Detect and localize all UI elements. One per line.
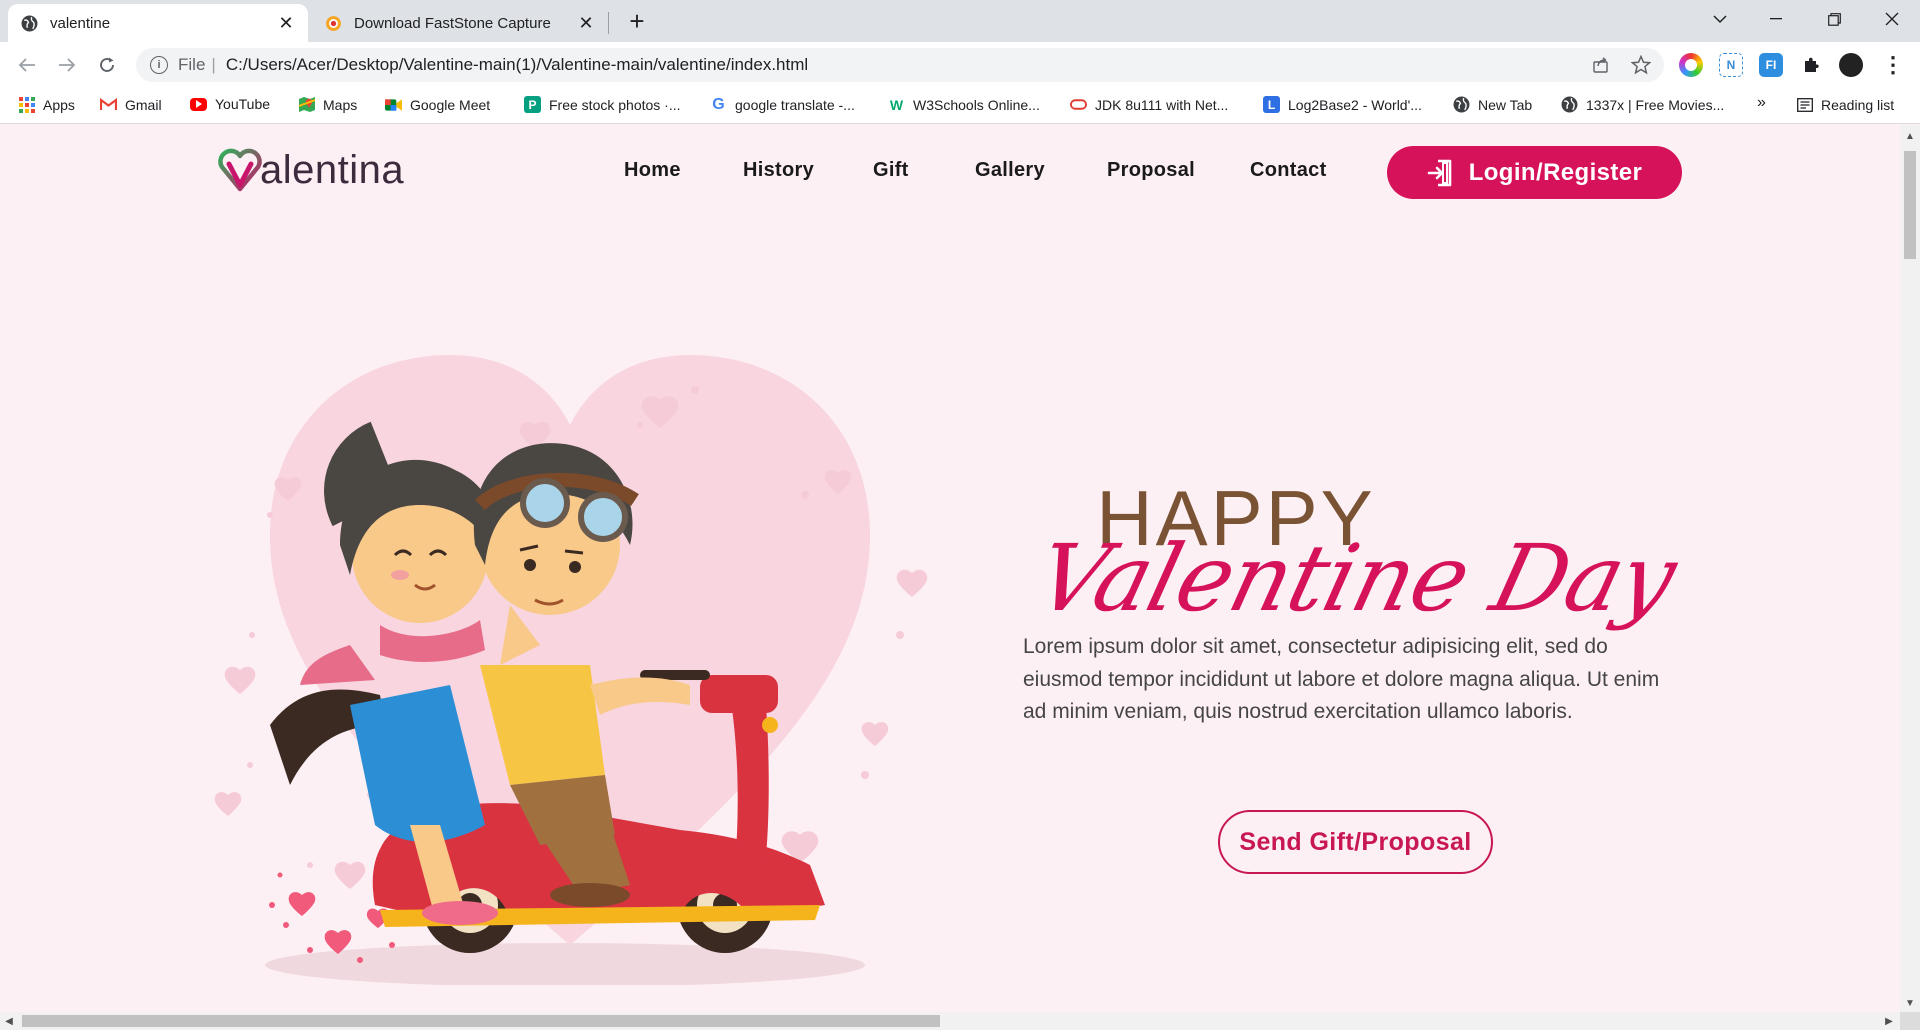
tab-title: valentine xyxy=(50,14,111,32)
globe-icon xyxy=(1453,96,1470,113)
bookmark-jdk[interactable]: JDK 8u111 with Net... xyxy=(1070,96,1228,113)
vertical-scroll-thumb[interactable] xyxy=(1904,151,1916,259)
couple-scooter-illustration xyxy=(214,355,928,985)
oracle-icon xyxy=(1070,96,1087,113)
gmail-icon xyxy=(100,96,117,113)
tab-valentine[interactable]: valentine ✕ xyxy=(8,4,308,42)
address-bar[interactable]: i File | C:/Users/Acer/Desktop/Valentine… xyxy=(136,48,1664,82)
profile-avatar[interactable] xyxy=(1839,53,1863,77)
apps-grid-icon xyxy=(18,96,35,113)
tab-search-icon[interactable] xyxy=(1692,0,1748,38)
restore-icon[interactable] xyxy=(1806,0,1862,38)
tab-faststone[interactable]: Download FastStone Capture ✕ xyxy=(312,4,608,42)
extensions-puzzle-icon[interactable] xyxy=(1798,52,1824,78)
scrollbar-corner xyxy=(1900,1012,1920,1030)
login-door-icon xyxy=(1427,159,1453,187)
nav-history[interactable]: History xyxy=(743,159,814,182)
bookmark-maps[interactable]: Maps xyxy=(298,96,357,113)
scroll-left-icon[interactable]: ◀ xyxy=(0,1012,18,1030)
hero-title: Valentine Day xyxy=(1026,525,1686,632)
site-info-icon[interactable]: i xyxy=(150,56,168,74)
nav-proposal[interactable]: Proposal xyxy=(1107,159,1195,182)
hero-description: Lorem ipsum dolor sit amet, consectetur … xyxy=(1023,635,1660,723)
globe-icon xyxy=(1561,96,1578,113)
nav-home[interactable]: Home xyxy=(624,159,681,182)
maps-icon xyxy=(298,96,315,113)
browser-tab-strip: valentine ✕ Download FastStone Capture ✕… xyxy=(0,0,1920,42)
n-extension-icon[interactable]: N xyxy=(1719,53,1743,77)
send-gift-proposal-button[interactable]: Send Gift/Proposal xyxy=(1218,810,1493,874)
menu-kebab-icon[interactable]: ⋮ xyxy=(1880,52,1906,78)
login-register-button[interactable]: Login/Register xyxy=(1387,146,1682,199)
minimize-icon[interactable] xyxy=(1748,0,1804,38)
nav-gift[interactable]: Gift xyxy=(873,159,909,182)
star-icon[interactable] xyxy=(1628,52,1654,78)
url-text: C:/Users/Acer/Desktop/Valentine-main(1)/… xyxy=(225,55,809,74)
site-logo[interactable]: alentina xyxy=(216,143,404,193)
reading-list-button[interactable]: Reading list xyxy=(1796,96,1894,113)
tab-divider xyxy=(608,12,609,34)
bookmark-google-meet[interactable]: Google Meet xyxy=(385,96,490,113)
bookmarks-overflow-button[interactable]: » xyxy=(1757,94,1766,112)
tab-title: Download FastStone Capture xyxy=(354,14,551,32)
bookmark-gmail[interactable]: Gmail xyxy=(100,96,162,113)
horizontal-scroll-thumb[interactable] xyxy=(22,1015,940,1027)
bookmark-log2base2[interactable]: L Log2Base2 - World'... xyxy=(1263,96,1422,113)
nav-contact[interactable]: Contact xyxy=(1250,159,1327,182)
close-icon[interactable]: ✕ xyxy=(576,13,596,34)
faststone-icon xyxy=(324,14,342,32)
bookmark-new-tab[interactable]: New Tab xyxy=(1453,96,1532,113)
url-scheme: File xyxy=(178,55,206,74)
bookmark-google-translate[interactable]: G google translate -... xyxy=(710,96,855,113)
logo-text: alentina xyxy=(260,148,405,192)
meet-icon xyxy=(385,96,402,113)
back-icon[interactable] xyxy=(12,50,42,80)
bookmark-1337x[interactable]: 1337x | Free Movies... xyxy=(1561,96,1724,113)
close-icon[interactable]: ✕ xyxy=(276,13,296,34)
colorpick-extension-icon[interactable] xyxy=(1679,53,1703,77)
vertical-scrollbar[interactable]: ▲ ▼ xyxy=(1900,125,1920,1012)
w3schools-icon: W xyxy=(889,96,904,113)
heart-v-logo-icon xyxy=(218,148,262,192)
scroll-right-icon[interactable]: ▶ xyxy=(1880,1012,1898,1030)
reload-icon[interactable] xyxy=(92,50,122,80)
bookmark-w3schools[interactable]: W W3Schools Online... xyxy=(888,96,1040,113)
google-icon: G xyxy=(712,95,725,113)
log2base2-icon: L xyxy=(1263,96,1280,113)
youtube-icon xyxy=(190,97,207,111)
page-viewport: alentina Home History Gift Gallery Propo… xyxy=(0,125,1900,1012)
bookmark-youtube[interactable]: YouTube xyxy=(190,96,270,112)
bookmark-apps[interactable]: Apps xyxy=(18,96,75,113)
fi-extension-icon[interactable]: FI xyxy=(1759,53,1783,77)
horizontal-scrollbar[interactable]: ◀ ▶ xyxy=(0,1012,1900,1030)
bookmark-pexels[interactable]: P Free stock photos ·... xyxy=(524,96,681,113)
scroll-up-icon[interactable]: ▲ xyxy=(1900,127,1920,145)
globe-icon xyxy=(20,14,38,32)
scroll-down-icon[interactable]: ▼ xyxy=(1900,994,1920,1012)
window-close-icon[interactable] xyxy=(1864,0,1920,38)
nav-gallery[interactable]: Gallery xyxy=(975,159,1045,182)
browser-toolbar: i File | C:/Users/Acer/Desktop/Valentine… xyxy=(0,42,1920,88)
pexels-icon: P xyxy=(524,96,541,113)
forward-icon[interactable] xyxy=(52,50,82,80)
new-tab-icon[interactable]: + xyxy=(622,6,652,36)
bookmarks-bar: Apps Gmail YouTube Maps Google Meet P Fr… xyxy=(0,88,1920,124)
reading-list-icon xyxy=(1796,96,1813,113)
login-label: Login/Register xyxy=(1468,158,1643,186)
share-icon[interactable] xyxy=(1588,52,1614,78)
